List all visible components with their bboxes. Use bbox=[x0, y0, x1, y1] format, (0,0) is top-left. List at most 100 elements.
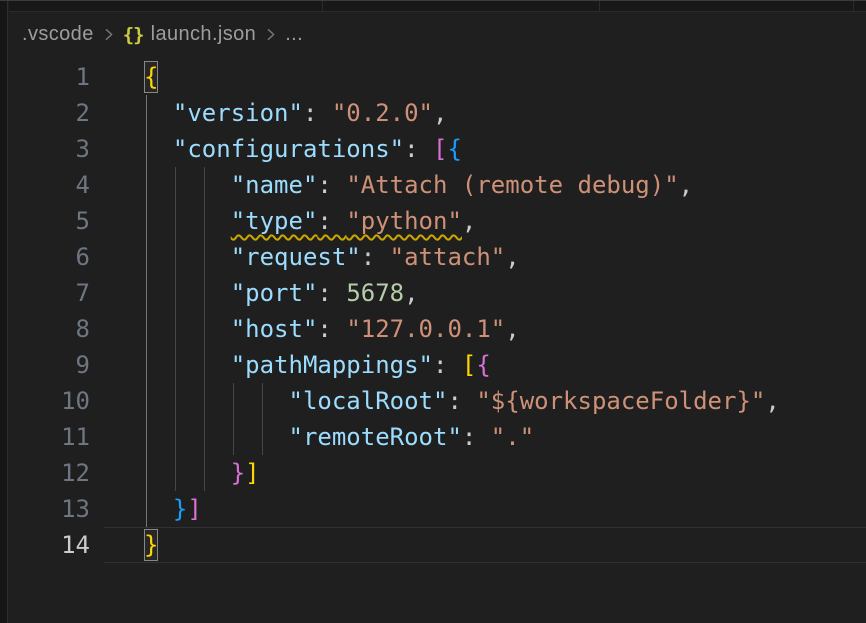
code-line[interactable]: 13 }] bbox=[9, 491, 866, 527]
line-number[interactable]: 2 bbox=[9, 95, 90, 131]
indent-guide bbox=[233, 383, 234, 455]
code-token: , bbox=[505, 243, 519, 271]
code-content: "host": "127.0.0.1", bbox=[90, 311, 520, 347]
line-number[interactable]: 6 bbox=[9, 239, 90, 275]
chevron-right-icon bbox=[100, 26, 117, 43]
indent-guide bbox=[204, 167, 205, 491]
code-line[interactable]: 10 "localRoot": "${workspaceFolder}", bbox=[9, 383, 866, 419]
code-line[interactable]: 9 "pathMappings": [{ bbox=[9, 347, 866, 383]
line-number[interactable]: 11 bbox=[9, 419, 90, 455]
code-content: "type": "python", bbox=[90, 203, 476, 239]
editor[interactable]: 1{2 "version": "0.2.0",3 "configurations… bbox=[9, 57, 866, 622]
code-token: "python" bbox=[346, 207, 462, 235]
line-number[interactable]: 9 bbox=[9, 347, 90, 383]
code-line[interactable]: 8 "host": "127.0.0.1", bbox=[9, 311, 866, 347]
code-token: : bbox=[361, 243, 390, 271]
code-token: , bbox=[462, 207, 476, 235]
code-token: { bbox=[447, 135, 461, 163]
json-braces-icon: {} bbox=[123, 24, 144, 46]
line-number[interactable]: 5 bbox=[9, 203, 90, 239]
code-token: "pathMappings" bbox=[231, 351, 433, 379]
line-number[interactable]: 10 bbox=[9, 383, 90, 419]
line-number[interactable]: 1 bbox=[9, 59, 90, 95]
code-token: { bbox=[476, 351, 490, 379]
code-line[interactable]: 5 "type": "python", bbox=[9, 203, 866, 239]
code-content: "remoteRoot": "." bbox=[90, 419, 534, 455]
code-token: [ bbox=[433, 135, 447, 163]
code-token bbox=[144, 135, 173, 163]
code-token: , bbox=[404, 279, 418, 307]
breadcrumb-symbol-ellipsis[interactable]: ... bbox=[285, 23, 303, 46]
code-token: "host" bbox=[231, 315, 318, 343]
code-token: : bbox=[317, 279, 346, 307]
code-token bbox=[144, 387, 289, 415]
code-token: "attach" bbox=[390, 243, 506, 271]
code-content: { bbox=[90, 59, 158, 95]
code-line[interactable]: 6 "request": "attach", bbox=[9, 239, 866, 275]
line-number[interactable]: 8 bbox=[9, 311, 90, 347]
tab-divider bbox=[853, 1, 854, 11]
code-content: "localRoot": "${workspaceFolder}", bbox=[90, 383, 780, 419]
tab-strip[interactable] bbox=[9, 1, 866, 12]
tab-divider bbox=[322, 1, 323, 11]
code-token: "0.2.0" bbox=[332, 99, 433, 127]
code-content: "request": "attach", bbox=[90, 239, 520, 275]
code-token bbox=[144, 99, 173, 127]
chevron-right-icon bbox=[262, 26, 279, 43]
code-token: "remoteRoot" bbox=[289, 423, 462, 451]
code-token: "Attach (remote debug)" bbox=[346, 171, 678, 199]
breadcrumb-file[interactable]: launch.json bbox=[151, 23, 257, 46]
code-token: : bbox=[404, 135, 433, 163]
line-number[interactable]: 12 bbox=[9, 455, 90, 491]
code-token: "version" bbox=[173, 99, 303, 127]
code-token: : bbox=[447, 387, 476, 415]
line-number[interactable]: 3 bbox=[9, 131, 90, 167]
code-token: } bbox=[231, 459, 245, 487]
line-number[interactable]: 13 bbox=[9, 491, 90, 527]
line-number[interactable]: 14 bbox=[9, 527, 90, 563]
code-token bbox=[144, 423, 289, 451]
code-token: ] bbox=[245, 459, 259, 487]
code-token: : bbox=[462, 423, 491, 451]
code-token: "configurations" bbox=[173, 135, 404, 163]
code-token bbox=[144, 243, 231, 271]
vscode-window: .vscode {} launch.json ... 1{2 "version"… bbox=[0, 0, 866, 622]
code-token bbox=[144, 459, 231, 487]
line-number[interactable]: 7 bbox=[9, 275, 90, 311]
active-indent-guide bbox=[146, 95, 147, 527]
code-line[interactable]: 14} bbox=[9, 527, 866, 563]
code-content: "version": "0.2.0", bbox=[90, 95, 447, 131]
code-token: } bbox=[173, 495, 187, 523]
code-line[interactable]: 12 }] bbox=[9, 455, 866, 491]
code-line[interactable]: 3 "configurations": [{ bbox=[9, 131, 866, 167]
code-token: : bbox=[317, 207, 346, 235]
bracket-match-token: { bbox=[144, 61, 158, 93]
code-token: "${workspaceFolder}" bbox=[476, 387, 765, 415]
code-line[interactable]: 2 "version": "0.2.0", bbox=[9, 95, 866, 131]
line-number[interactable]: 4 bbox=[9, 167, 90, 203]
code-line[interactable]: 7 "port": 5678, bbox=[9, 275, 866, 311]
code-token bbox=[144, 207, 231, 235]
breadcrumb: .vscode {} launch.json ... bbox=[9, 12, 866, 57]
code-line[interactable]: 1{ bbox=[9, 59, 866, 95]
code-token: "type" bbox=[231, 207, 318, 235]
code-line[interactable]: 4 "name": "Attach (remote debug)", bbox=[9, 167, 866, 203]
code-token: : bbox=[317, 315, 346, 343]
code-token bbox=[144, 351, 231, 379]
code-token: , bbox=[433, 99, 447, 127]
code-token: ] bbox=[187, 495, 201, 523]
code-content: "name": "Attach (remote debug)", bbox=[90, 167, 693, 203]
code-line[interactable]: 11 "remoteRoot": "." bbox=[9, 419, 866, 455]
code-token: : bbox=[303, 99, 332, 127]
code-token: , bbox=[765, 387, 779, 415]
code-token: "name" bbox=[231, 171, 318, 199]
code-token: "." bbox=[491, 423, 534, 451]
code-content: "pathMappings": [{ bbox=[90, 347, 491, 383]
code-lines: 1{2 "version": "0.2.0",3 "configurations… bbox=[9, 59, 866, 563]
breadcrumb-folder[interactable]: .vscode bbox=[22, 23, 94, 46]
bracket-match-token: } bbox=[144, 529, 158, 561]
code-token bbox=[144, 495, 173, 523]
tab-divider bbox=[599, 1, 600, 11]
code-token: : bbox=[433, 351, 462, 379]
indent-guide bbox=[175, 167, 176, 491]
